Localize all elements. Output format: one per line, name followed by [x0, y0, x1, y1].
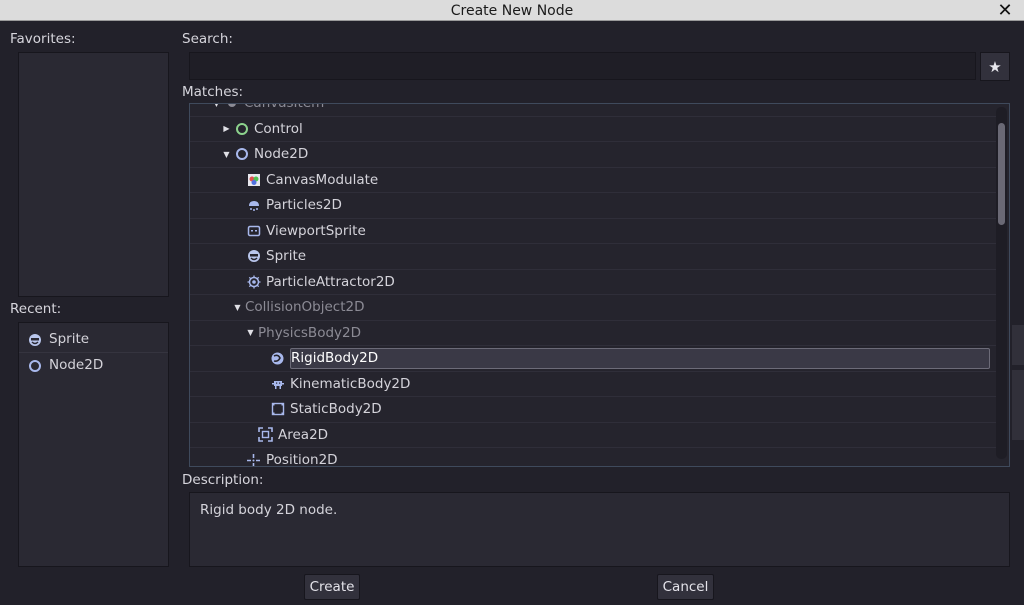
tree-row-label: KinematicBody2D	[290, 375, 411, 392]
tree-row-collisionobject2d[interactable]: ▼ CollisionObject2D	[190, 295, 996, 321]
viewportsprite-icon	[246, 223, 261, 238]
expanded-arrow-icon: ▼	[234, 302, 241, 312]
recent-item-node2d[interactable]: Node2D	[27, 353, 103, 378]
background-window-edge	[1012, 325, 1024, 365]
expanded-arrow-icon: ▼	[213, 103, 220, 108]
tree-row-label: CanvasModulate	[266, 171, 379, 188]
collapsed-arrow-icon: ▶	[223, 124, 230, 134]
tree-row-staticbody2d[interactable]: StaticBody2D	[190, 397, 996, 423]
recent-list[interactable]: Sprite Node2D	[18, 322, 169, 567]
search-input[interactable]	[189, 52, 976, 80]
description-box: Rigid body 2D node.	[189, 492, 1010, 567]
tree-row-area2d[interactable]: Area2D	[190, 423, 996, 448]
tree-row-rigidbody2d[interactable]: RigidBody2D	[190, 346, 996, 372]
favorites-list[interactable]	[18, 52, 169, 297]
tree-row-physicsbody2d[interactable]: ▼ PhysicsBody2D	[190, 321, 996, 346]
tree-row-node2d[interactable]: ▼ Node2D	[190, 142, 996, 168]
description-text: Rigid body 2D node.	[200, 502, 338, 518]
tree-row-canvasmodulate[interactable]: CanvasModulate	[190, 168, 996, 193]
star-icon: ★	[988, 58, 1002, 76]
staticbody2d-icon	[270, 402, 285, 417]
recent-label: Recent:	[10, 301, 62, 317]
create-button[interactable]: Create	[304, 574, 360, 600]
control-icon	[234, 121, 249, 136]
tree-row-canvasitem[interactable]: ▼ CanvasItem	[190, 103, 996, 117]
tree-row-position2d[interactable]: Position2D	[190, 448, 996, 467]
tree-row-label: Area2D	[278, 426, 329, 443]
node2d-icon	[27, 358, 42, 373]
tree-row-label: Particles2D	[266, 197, 342, 214]
close-button[interactable]: ✕	[996, 0, 1014, 21]
search-label: Search:	[182, 31, 233, 47]
background-window-edge	[1012, 370, 1024, 440]
particles2d-icon	[246, 198, 261, 213]
canvasitem-icon	[224, 104, 239, 111]
position2d-icon	[246, 453, 261, 466]
tree-row-label: Position2D	[266, 452, 338, 467]
tree-row-viewportsprite[interactable]: ViewportSprite	[190, 219, 996, 244]
tree-row-label: Control	[254, 120, 303, 137]
tree-row-label: StaticBody2D	[290, 401, 382, 418]
tree-row-particles2d[interactable]: Particles2D	[190, 193, 996, 219]
tree-row-label: CollisionObject2D	[245, 299, 365, 316]
recent-item-sprite[interactable]: Sprite	[27, 327, 89, 352]
matches-tree[interactable]: ▼ CanvasItem ▶ Control ▼ Node2D CanvasMo…	[189, 103, 1010, 467]
description-label: Description:	[182, 472, 264, 488]
expanded-arrow-icon: ▼	[223, 149, 230, 159]
tree-row-label: Sprite	[266, 248, 307, 265]
favorites-label: Favorites:	[10, 31, 76, 47]
window-title: Create New Node	[450, 3, 574, 19]
tree-row-label: CanvasItem	[244, 103, 325, 112]
cancel-button[interactable]: Cancel	[657, 574, 714, 600]
title-bar: Create New Node ✕	[0, 0, 1024, 21]
sprite-icon	[27, 332, 42, 347]
particleattractor2d-icon	[246, 274, 261, 289]
tree-row-label: ViewportSprite	[266, 222, 366, 239]
recent-item-label: Node2D	[49, 357, 104, 373]
tree-row-label: ParticleAttractor2D	[266, 273, 395, 290]
tree-row-control[interactable]: ▶ Control	[190, 117, 996, 142]
kinematicbody2d-icon	[270, 376, 285, 391]
canvasmodulate-icon	[246, 172, 261, 187]
matches-label: Matches:	[182, 84, 244, 100]
tree-row-sprite[interactable]: Sprite	[190, 244, 996, 270]
area2d-icon	[258, 427, 273, 443]
favorite-button[interactable]: ★	[980, 52, 1010, 81]
rigidbody2d-icon	[270, 351, 285, 366]
node2d-icon	[234, 147, 249, 162]
recent-item-label: Sprite	[49, 331, 90, 347]
scrollbar-thumb[interactable]	[998, 123, 1005, 225]
close-icon: ✕	[997, 0, 1013, 21]
sprite-icon	[246, 249, 261, 264]
tree-row-label: Node2D	[254, 146, 309, 163]
tree-row-kinematicbody2d[interactable]: KinematicBody2D	[190, 372, 996, 397]
tree-scrollbar[interactable]	[996, 107, 1007, 459]
expanded-arrow-icon: ▼	[247, 328, 254, 338]
tree-row-particleattractor2d[interactable]: ParticleAttractor2D	[190, 270, 996, 295]
tree-row-label: PhysicsBody2D	[258, 324, 361, 341]
tree-row-label: RigidBody2D	[291, 350, 379, 367]
selection-highlight	[290, 348, 990, 369]
